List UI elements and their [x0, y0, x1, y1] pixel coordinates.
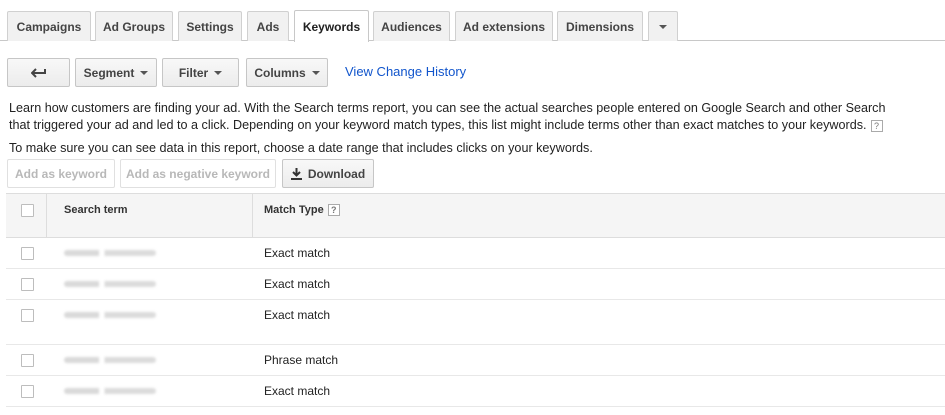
- match-type-cell: Exact match: [264, 277, 331, 291]
- tab-campaigns[interactable]: Campaigns: [7, 11, 91, 41]
- tab-settings[interactable]: Settings: [178, 11, 242, 41]
- redacted-search-term: [64, 357, 156, 363]
- row-checkbox[interactable]: [21, 309, 34, 322]
- tab-dimensions[interactable]: Dimensions: [557, 11, 643, 41]
- report-description: Learn how customers are finding your ad.…: [9, 100, 939, 134]
- row-checkbox[interactable]: [21, 354, 34, 367]
- back-arrow-icon: [30, 67, 46, 78]
- add-as-negative-keyword-label: Add as negative keyword: [125, 166, 271, 181]
- tab-keywords[interactable]: Keywords: [294, 10, 369, 42]
- table-header: Search term Match Type?: [6, 193, 945, 238]
- add-as-keyword-label: Add as keyword: [14, 166, 108, 181]
- description-line-1: Learn how customers are finding your ad.…: [9, 101, 886, 115]
- download-icon: [290, 167, 302, 180]
- tab-audiences[interactable]: Audiences: [373, 11, 450, 41]
- redacted-search-term: [64, 250, 156, 256]
- table-row: Phrase match: [6, 345, 945, 376]
- back-button[interactable]: [7, 58, 70, 87]
- match-type-label: Match Type: [264, 204, 324, 216]
- chevron-down-icon: [140, 70, 149, 75]
- row-checkbox[interactable]: [21, 385, 34, 398]
- segment-label: Segment: [83, 65, 135, 80]
- download-button[interactable]: Download: [282, 159, 374, 188]
- add-as-keyword-button[interactable]: Add as keyword: [7, 159, 115, 188]
- tab-ad-extensions[interactable]: Ad extensions: [455, 11, 553, 41]
- columns-button[interactable]: Columns: [246, 58, 328, 87]
- download-label: Download: [307, 166, 366, 181]
- table-row: Exact match: [6, 269, 945, 300]
- tab-ads[interactable]: Ads: [247, 11, 289, 41]
- match-type-cell: Phrase match: [264, 353, 339, 367]
- match-type-cell: Exact match: [264, 246, 331, 260]
- match-type-cell: Exact match: [264, 308, 331, 322]
- chevron-down-icon: [659, 24, 667, 29]
- select-all-checkbox[interactable]: [21, 204, 34, 217]
- view-change-history-link[interactable]: View Change History: [345, 64, 466, 79]
- date-range-hint: To make sure you can see data in this re…: [9, 141, 593, 155]
- description-line-2: that triggered your ad and led to a clic…: [9, 117, 939, 134]
- chevron-down-icon: [214, 70, 223, 75]
- columns-label: Columns: [254, 65, 306, 80]
- match-type-cell: Exact match: [264, 384, 331, 398]
- add-as-negative-keyword-button[interactable]: Add as negative keyword: [120, 159, 276, 188]
- search-term-header[interactable]: Search term: [64, 204, 128, 216]
- table-row: Exact match: [6, 376, 945, 407]
- filter-button[interactable]: Filter: [162, 58, 239, 87]
- tab-ad-groups[interactable]: Ad Groups: [95, 11, 173, 41]
- match-type-header[interactable]: Match Type?: [264, 204, 340, 217]
- chevron-down-icon: [311, 70, 320, 75]
- redacted-search-term: [64, 312, 156, 318]
- redacted-search-term: [64, 281, 156, 287]
- help-icon[interactable]: ?: [870, 119, 883, 132]
- table-row: Exact match: [6, 300, 945, 345]
- redacted-search-term: [64, 388, 156, 394]
- segment-button[interactable]: Segment: [75, 58, 157, 87]
- column-divider: [46, 194, 47, 238]
- help-icon[interactable]: ?: [327, 204, 340, 217]
- more-tabs-button[interactable]: [648, 11, 678, 41]
- table-row: Exact match: [6, 238, 945, 269]
- row-checkbox[interactable]: [21, 278, 34, 291]
- row-checkbox[interactable]: [21, 247, 34, 260]
- tab-bar: Campaigns Ad Groups Settings Ads Keyword…: [0, 0, 945, 42]
- filter-label: Filter: [178, 65, 209, 80]
- column-divider: [252, 194, 253, 238]
